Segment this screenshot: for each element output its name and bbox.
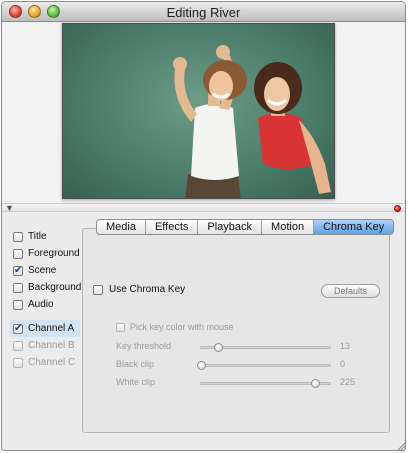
track-list: Title Foreground ✔ Scene Background Audi… [10, 228, 88, 371]
track-scene-checkbox[interactable]: ✔ [13, 265, 23, 276]
video-frame-image [173, 45, 331, 198]
use-chroma-key-checkbox[interactable] [93, 284, 103, 295]
key-threshold-knob[interactable] [213, 343, 223, 352]
black-clip-slider[interactable] [197, 361, 331, 370]
black-clip-value: 0 [340, 359, 346, 369]
black-clip-knob[interactable] [197, 361, 206, 370]
track-channel-c-checkbox[interactable] [13, 357, 23, 368]
defaults-button[interactable]: Defaults [321, 284, 380, 298]
use-chroma-key-row[interactable]: Use Chroma Key [93, 284, 185, 295]
tab-effects[interactable]: Effects [146, 220, 199, 234]
track-channel-b-checkbox[interactable] [13, 340, 23, 351]
track-title-checkbox[interactable] [13, 231, 23, 242]
resize-grip-icon[interactable] [396, 441, 406, 451]
split-view-divider[interactable]: ▼ [2, 203, 405, 213]
track-channel-a[interactable]: ✔ Channel A ⌐ [10, 320, 88, 337]
use-chroma-key-label: Use Chroma Key [109, 284, 186, 295]
preview-area [2, 23, 405, 203]
white-clip-label: White clip [116, 377, 156, 387]
record-indicator-icon [394, 205, 401, 212]
video-preview[interactable] [62, 23, 335, 199]
track-audio[interactable]: Audio [10, 296, 82, 313]
white-clip-knob[interactable] [310, 379, 320, 388]
pick-key-color-row[interactable]: Pick key color with mouse [116, 322, 234, 332]
white-clip-slider[interactable] [200, 379, 331, 388]
track-channel-c[interactable]: Channel C [10, 354, 82, 371]
track-audio-checkbox[interactable] [13, 299, 23, 310]
white-clip-row: White clip 225 [116, 377, 376, 389]
track-background-checkbox[interactable] [13, 282, 23, 293]
black-clip-row: Black clip 0 [116, 359, 376, 371]
disclosure-triangle-icon[interactable]: ▼ [5, 204, 14, 213]
tab-motion[interactable]: Motion [262, 220, 315, 234]
white-clip-value: 225 [340, 377, 356, 387]
key-threshold-value: 13 [340, 341, 351, 351]
pick-key-color-checkbox[interactable] [116, 322, 125, 332]
pick-key-color-label: Pick key color with mouse [130, 322, 234, 332]
black-clip-label: Black clip [116, 359, 155, 369]
track-channel-a-checkbox[interactable]: ✔ [13, 323, 23, 334]
track-scene[interactable]: ✔ Scene [10, 262, 82, 279]
window-title: Editing River [166, 5, 241, 20]
track-title[interactable]: Title [10, 228, 82, 245]
tab-playback[interactable]: Playback [198, 220, 263, 234]
track-foreground-checkbox[interactable] [13, 248, 23, 259]
key-threshold-row: Key threshold 13 [116, 341, 376, 353]
track-background[interactable]: Background [10, 279, 82, 296]
track-foreground[interactable]: Foreground [10, 245, 82, 262]
key-threshold-label: Key threshold [116, 341, 172, 351]
tab-media[interactable]: Media [97, 220, 146, 234]
inspector-tabs: Media Effects Playback Motion Chroma Key [96, 219, 395, 235]
key-threshold-slider[interactable] [200, 343, 331, 352]
title-bar[interactable]: Editing River [2, 2, 405, 22]
tab-chroma-key[interactable]: Chroma Key [314, 220, 394, 234]
track-channel-b[interactable]: Channel B [10, 337, 82, 354]
